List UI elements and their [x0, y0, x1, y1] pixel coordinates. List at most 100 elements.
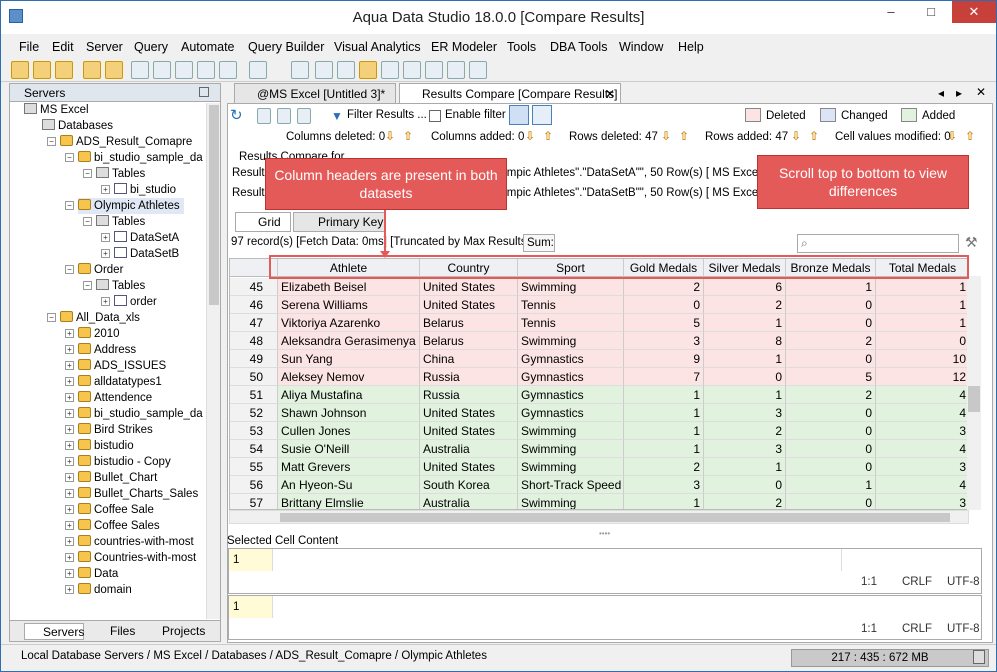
tree-expander-icon[interactable]: +	[101, 297, 110, 306]
table-cell-silver[interactable]: 2	[704, 494, 786, 509]
query-window-icon[interactable]	[131, 61, 149, 79]
table-cell-total[interactable]: 3	[876, 494, 968, 509]
window-minimize-all-icon[interactable]	[469, 61, 487, 79]
cell-values-prev-icon[interactable]: ⇧	[965, 129, 975, 143]
settings-wrench-icon[interactable]: ⚒	[965, 234, 978, 251]
tree-item[interactable]: Coffee Sales	[78, 518, 160, 534]
tab-primary-key[interactable]: Primary Key	[293, 212, 385, 232]
table-cell-country[interactable]: United States	[420, 278, 518, 296]
table-cell-silver[interactable]: 2	[704, 296, 786, 314]
table-cell-gold[interactable]: 2	[624, 458, 704, 476]
grid-vertical-scrollbar[interactable]	[967, 276, 981, 510]
refresh-icon[interactable]: ↻	[230, 108, 246, 124]
table-cell-athlete[interactable]: Viktoriya Azarenko	[278, 314, 420, 332]
table-cell-total[interactable]: 10	[876, 350, 968, 368]
table-cell-sport[interactable]: Gymnastics	[518, 386, 624, 404]
table-cell-athlete[interactable]: Susie O'Neill	[278, 440, 420, 458]
tree-item[interactable]: Order	[78, 262, 123, 278]
table-cell-sport[interactable]: Swimming	[518, 332, 624, 350]
table-cell-athlete[interactable]: Elizabeth Beisel	[278, 278, 420, 296]
find-icon[interactable]	[277, 108, 291, 124]
menu-er-modeler[interactable]: ER Modeler	[431, 40, 497, 54]
table-cell-athlete[interactable]: Aleksey Nemov	[278, 368, 420, 386]
tree-item[interactable]: DataSetB	[114, 246, 179, 262]
table-cell-country[interactable]: United States	[420, 458, 518, 476]
close-all-tabs-icon[interactable]: ✕	[976, 85, 986, 99]
table-cell-country[interactable]: Australia	[420, 440, 518, 458]
close-tab-icon[interactable]: ✕	[605, 84, 615, 104]
table-cell-bronze[interactable]: 2	[786, 386, 876, 404]
tree-item[interactable]: Bullet_Charts_Sales	[78, 486, 198, 502]
tree-expander-icon[interactable]: −	[65, 265, 74, 274]
columns-deleted-prev-icon[interactable]: ⇧	[403, 129, 413, 143]
tree-expander-icon[interactable]: +	[65, 425, 74, 434]
tree-item[interactable]: order	[114, 294, 157, 310]
table-row[interactable]: 51 Aliya Mustafina Russia Gymnastics 1 1 2 4	[230, 386, 968, 404]
restore-panel-icon[interactable]	[199, 87, 209, 97]
tree-item[interactable]: Tables	[96, 278, 145, 294]
table-cell-gold[interactable]: 5	[624, 314, 704, 332]
tree-expander-icon[interactable]: +	[65, 537, 74, 546]
table-cell-gold[interactable]: 1	[624, 422, 704, 440]
tree-item[interactable]: alldatatypes1	[78, 374, 162, 390]
table-cell-total[interactable]: 1	[876, 314, 968, 332]
schema-compare-icon[interactable]	[219, 61, 237, 79]
tree-expander-icon[interactable]: +	[65, 489, 74, 498]
table-row[interactable]: 52 Shawn Johnson United States Gymnastics 1 3…	[230, 404, 968, 422]
tab-grid[interactable]: Grid	[235, 212, 291, 232]
query-analyzer-icon[interactable]	[153, 61, 171, 79]
table-cell-sport[interactable]: Swimming	[518, 422, 624, 440]
export-excel-icon[interactable]	[297, 108, 311, 124]
table-cell-athlete[interactable]: Serena Williams	[278, 296, 420, 314]
table-cell-sport[interactable]: Tennis	[518, 314, 624, 332]
grid-hscroll-thumb[interactable]	[280, 513, 950, 522]
table-cell-silver[interactable]: 1	[704, 350, 786, 368]
tab-ms-excel-untitled[interactable]: @MS Excel [Untitled 3]*	[234, 83, 396, 103]
table-cell-silver[interactable]: 3	[704, 440, 786, 458]
table-row[interactable]: 55 Matt Grevers United States Swimming 2 1 0 3	[230, 458, 968, 476]
tree-item[interactable]: ADS_Result_Comapre	[60, 134, 192, 150]
minimize-button[interactable]: –	[871, 1, 911, 23]
rows-added-prev-icon[interactable]: ⇧	[809, 129, 819, 143]
splitter-handle[interactable]: ••••	[599, 529, 610, 538]
window-list-icon[interactable]	[447, 61, 465, 79]
rows-deleted-next-icon[interactable]: ⇩	[661, 129, 671, 143]
document-icon[interactable]	[249, 61, 267, 79]
tree-item[interactable]: Bird Strikes	[78, 422, 153, 438]
grid-search-input[interactable]: ⌕	[797, 234, 959, 253]
view-mode-vertical-button[interactable]	[532, 105, 552, 125]
table-cell-country[interactable]: United States	[420, 422, 518, 440]
compare-icon[interactable]	[197, 61, 215, 79]
tab-scroll-right-icon[interactable]: ▸	[956, 86, 962, 100]
tree-scrollbar[interactable]	[206, 103, 220, 619]
table-row[interactable]: 45 Elizabeth Beisel United States Swimming 2…	[230, 278, 968, 296]
table-cell-gold[interactable]: 1	[624, 440, 704, 458]
table-cell-gold[interactable]: 1	[624, 404, 704, 422]
table-cell-gold[interactable]: 7	[624, 368, 704, 386]
tree-item[interactable]: Databases	[42, 118, 113, 134]
table-row[interactable]: 56 An Hyeon-Su South Korea Short-Track Spee…	[230, 476, 968, 494]
tree-item[interactable]: bi_studio_sample_da	[78, 406, 203, 422]
tree-expander-icon[interactable]: +	[65, 441, 74, 450]
menu-help[interactable]: Help	[678, 40, 704, 54]
table-cell-silver[interactable]: 2	[704, 422, 786, 440]
table-cell-country[interactable]: Russia	[420, 386, 518, 404]
query-builder-icon[interactable]	[175, 61, 193, 79]
table-cell-athlete[interactable]: Sun Yang	[278, 350, 420, 368]
table-cell-athlete[interactable]: Brittany Elmslie	[278, 494, 420, 509]
table-row[interactable]: 53 Cullen Jones United States Swimming 1 2 0 3	[230, 422, 968, 440]
table-cell-bronze[interactable]: 0	[786, 494, 876, 509]
table-cell-total[interactable]: 0	[876, 332, 968, 350]
table-cell-athlete[interactable]: Shawn Johnson	[278, 404, 420, 422]
table-cell-athlete[interactable]: An Hyeon-Su	[278, 476, 420, 494]
layout-icon[interactable]	[291, 61, 309, 79]
connect-icon[interactable]	[55, 61, 73, 79]
tree-scroll-thumb[interactable]	[209, 105, 219, 305]
script-icon[interactable]	[83, 61, 101, 79]
bottom-editor[interactable]: 1 1:1 CRLF UTF-8	[228, 595, 982, 640]
table-cell-country[interactable]: Russia	[420, 368, 518, 386]
register-server-icon[interactable]	[33, 61, 51, 79]
tree-expander-icon[interactable]: −	[47, 313, 56, 322]
tree-expander-icon[interactable]: +	[101, 185, 110, 194]
table-cell-total[interactable]: 3	[876, 422, 968, 440]
